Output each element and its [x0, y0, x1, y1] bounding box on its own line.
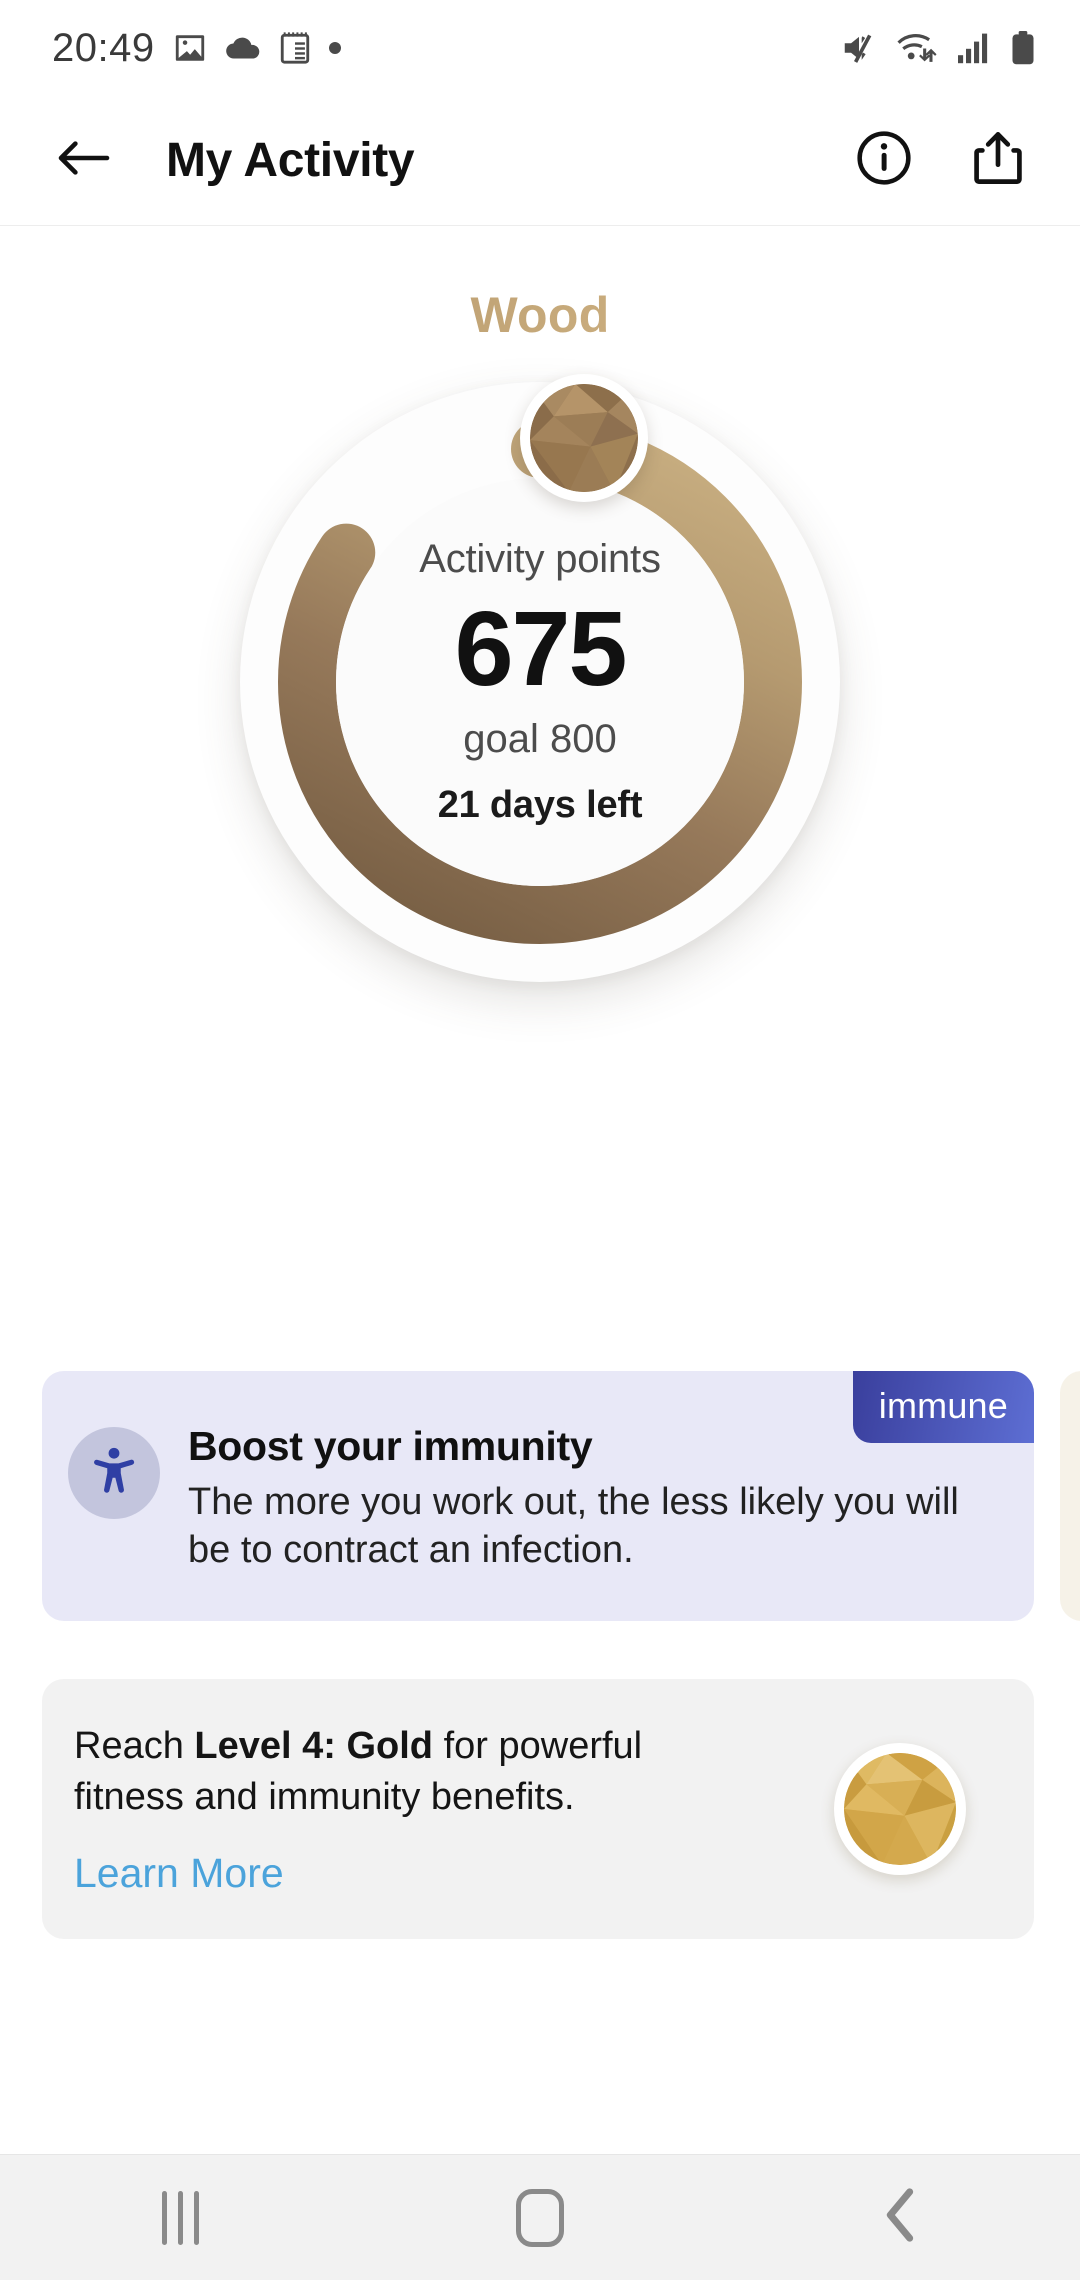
nav-back-button[interactable]: [825, 2168, 975, 2268]
dot-icon: [328, 42, 341, 54]
cloud-icon: [225, 33, 261, 63]
recents-button[interactable]: [105, 2168, 255, 2268]
tips-carousel[interactable]: immune Boost your immunity The more you …: [0, 1371, 1080, 1621]
days-left-label: 21 days left: [437, 783, 643, 826]
info-icon: [856, 130, 912, 191]
nav-back-icon: [880, 2186, 920, 2249]
next-level-name: Level 4: Gold: [194, 1724, 434, 1767]
app-bar: My Activity: [0, 96, 1080, 226]
level-name: Wood: [0, 286, 1080, 344]
back-button[interactable]: [46, 123, 122, 199]
app-bar-actions: [848, 125, 1034, 197]
status-bar-left: 20:49: [52, 26, 341, 71]
next-level-sentence: Reach Level 4: Gold for powerful fitness…: [74, 1721, 724, 1822]
image-icon: [173, 31, 207, 65]
immunity-card-text: Boost your immunity The more you work ou…: [188, 1423, 978, 1575]
home-button[interactable]: [465, 2168, 615, 2268]
share-button[interactable]: [962, 125, 1034, 197]
status-time: 20:49: [52, 25, 155, 70]
system-nav-bar: [0, 2154, 1080, 2280]
gold-level-badge: [834, 1743, 966, 1875]
learn-more-link[interactable]: Learn More: [74, 1850, 284, 1897]
back-arrow-icon: [55, 135, 113, 186]
page-title: My Activity: [166, 134, 415, 187]
mute-icon: [840, 32, 878, 64]
signal-icon: [956, 32, 992, 64]
status-bar: 20:49: [0, 0, 1080, 96]
points-label: Activity points: [419, 537, 661, 582]
wood-gem-icon: [530, 384, 638, 492]
activity-progress-ring[interactable]: Activity points 675 goal 800 21 days lef…: [240, 374, 840, 982]
level-badge[interactable]: [520, 374, 648, 502]
next-level-text: Reach Level 4: Gold for powerful fitness…: [74, 1721, 834, 1897]
status-bar-right: [840, 31, 1036, 65]
recents-icon: [161, 2190, 199, 2245]
accessibility-icon: [87, 1444, 141, 1503]
main-content: Wood Activity points 675 goal 800 21 day…: [0, 226, 1080, 2154]
info-button[interactable]: [848, 125, 920, 197]
battery-icon: [1010, 31, 1036, 65]
status-badge: immune: [852, 1371, 1034, 1443]
immunity-card[interactable]: immune Boost your immunity The more you …: [42, 1371, 1034, 1621]
next-level-card[interactable]: Reach Level 4: Gold for powerful fitness…: [42, 1679, 1034, 1939]
calendar-icon: [279, 31, 311, 65]
next-tip-card-peek[interactable]: [1060, 1371, 1080, 1621]
wifi-icon: [896, 31, 938, 65]
home-icon: [516, 2188, 564, 2247]
next-level-prefix: Reach: [74, 1724, 195, 1767]
share-icon: [971, 129, 1025, 192]
ring-center: Activity points 675 goal 800 21 days lef…: [336, 478, 744, 886]
points-value: 675: [454, 590, 628, 709]
immunity-icon-circle: [68, 1427, 160, 1519]
goal-label: goal 800: [463, 716, 617, 761]
immunity-card-description: The more you work out, the less likely y…: [188, 1481, 959, 1572]
gold-gem-icon: [844, 1753, 956, 1865]
